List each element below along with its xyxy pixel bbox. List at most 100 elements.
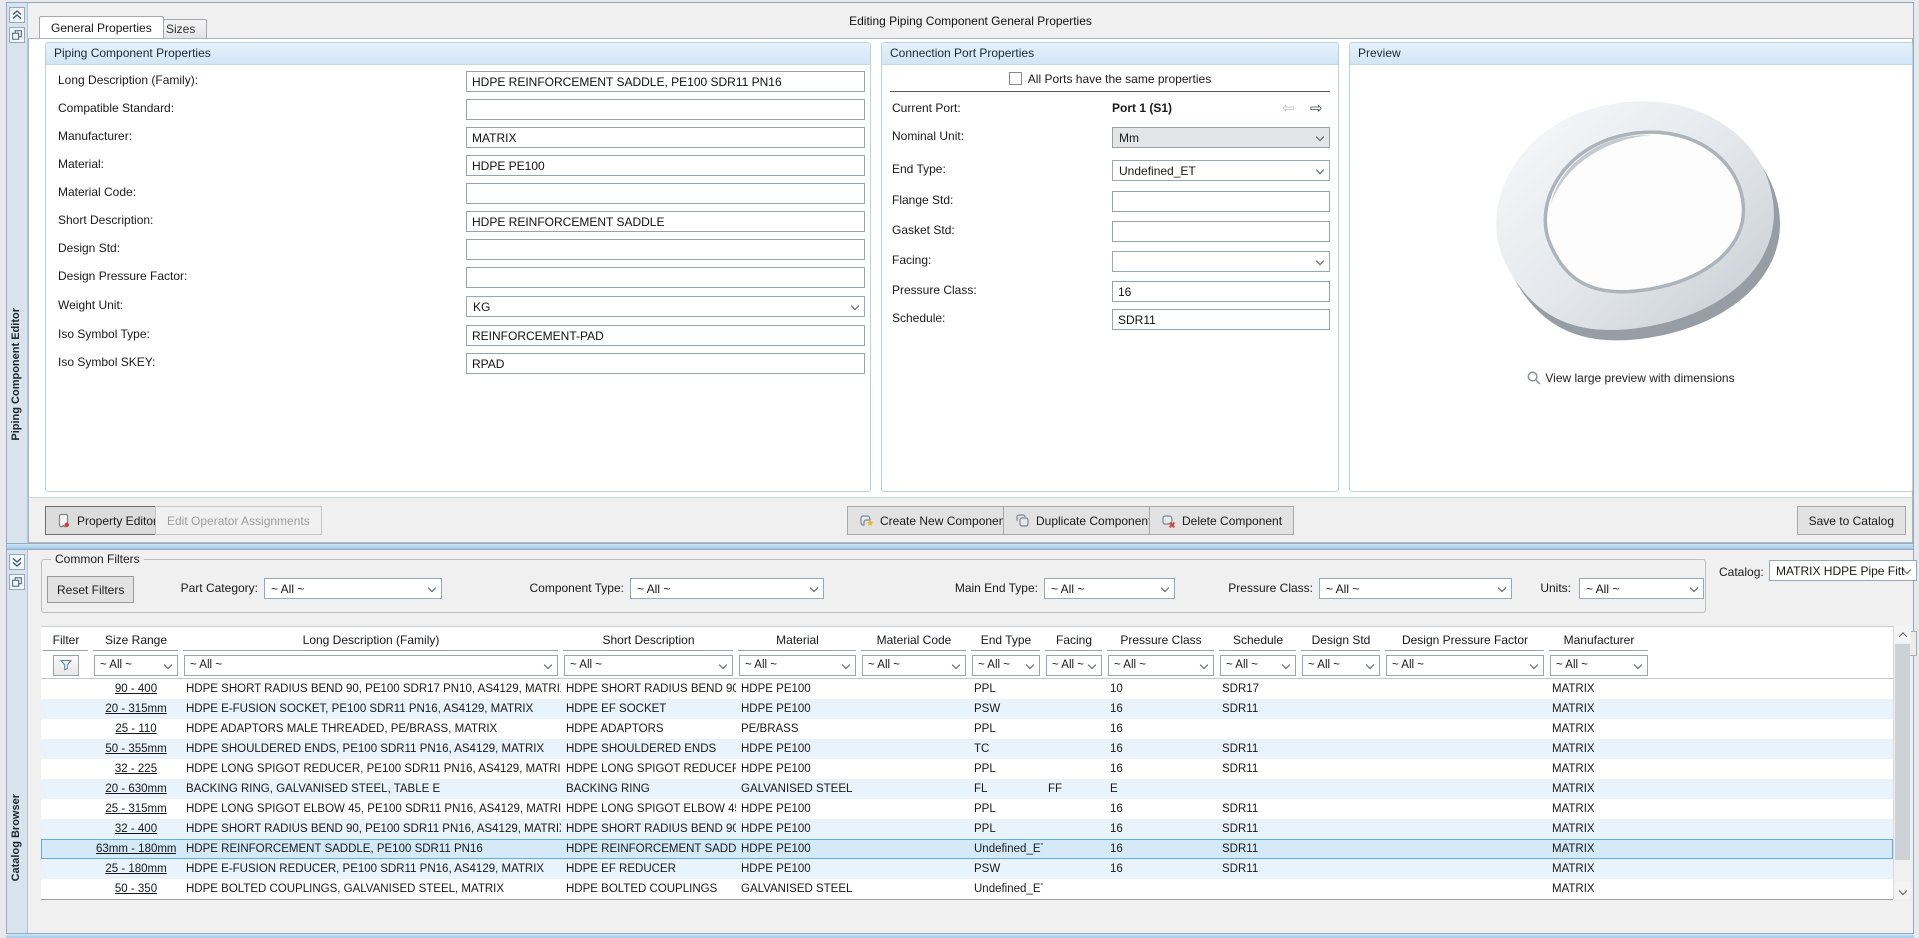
- end-type-select[interactable]: Undefined_ET: [1112, 160, 1330, 181]
- column-header-pressure-class[interactable]: Pressure Class: [1105, 627, 1217, 652]
- collapse-panel-button[interactable]: [9, 7, 25, 23]
- nominal-unit-select[interactable]: Mm: [1112, 127, 1330, 148]
- design-std-cell: [1299, 859, 1383, 879]
- material-code-cell: [859, 859, 969, 879]
- material-input[interactable]: [466, 155, 865, 176]
- units-select[interactable]: ~ All ~: [1579, 578, 1704, 599]
- filter-manufacturer-select[interactable]: ~ All ~: [1550, 655, 1648, 676]
- table-row[interactable]: 50 - 355mm HDPE SHOULDERED ENDS, PE100 S…: [41, 739, 1893, 759]
- iso-symbol-type-input[interactable]: [466, 325, 865, 346]
- filter-end-type-select[interactable]: ~ All ~: [972, 655, 1040, 676]
- scrollbar-thumb[interactable]: [1895, 644, 1910, 860]
- catalog-results-table: Filter Size Range Long Description (Fami…: [41, 626, 1893, 900]
- schedule-cell: [1217, 779, 1299, 799]
- compatible-standard-input[interactable]: [466, 99, 865, 120]
- column-header-short-description[interactable]: Short Description: [561, 627, 736, 652]
- main-end-type-select[interactable]: ~ All ~: [1044, 578, 1175, 599]
- create-new-component-button[interactable]: Create New Component: [847, 506, 1021, 535]
- size-range-link[interactable]: 50 - 355mm: [105, 743, 166, 755]
- short-description-input[interactable]: [466, 211, 865, 232]
- table-row[interactable]: 25 - 315mm HDPE LONG SPIGOT ELBOW 45, PE…: [41, 799, 1893, 819]
- column-header-long-description[interactable]: Long Description (Family): [181, 627, 561, 652]
- all-ports-checkbox[interactable]: [1009, 72, 1022, 85]
- size-range-link[interactable]: 25 - 315mm: [105, 803, 166, 815]
- tab-general-properties[interactable]: General Properties: [39, 16, 164, 38]
- reset-filters-button[interactable]: Reset Filters: [47, 576, 134, 603]
- filter-short-description-select[interactable]: ~ All ~: [564, 655, 733, 676]
- duplicate-component-button[interactable]: Duplicate Component: [1003, 506, 1163, 535]
- column-header-end-type[interactable]: End Type: [969, 627, 1043, 652]
- size-range-link[interactable]: 20 - 315mm: [105, 703, 166, 715]
- table-row[interactable]: 32 - 400 HDPE SHORT RADIUS BEND 90, PE10…: [41, 819, 1893, 839]
- filter-material-select[interactable]: ~ All ~: [739, 655, 856, 676]
- filter-facing-select[interactable]: ~ All ~: [1046, 655, 1102, 676]
- size-range-link[interactable]: 32 - 225: [115, 763, 157, 775]
- filter-pressure-class-select[interactable]: ~ All ~: [1108, 655, 1214, 676]
- table-scrollbar[interactable]: [1893, 626, 1910, 899]
- gasket-std-input[interactable]: [1112, 221, 1330, 242]
- column-header-manufacturer[interactable]: Manufacturer: [1547, 627, 1651, 652]
- material-code-input[interactable]: [466, 183, 865, 204]
- scroll-down-button[interactable]: [1894, 882, 1911, 899]
- table-row[interactable]: 90 - 400 HDPE SHORT RADIUS BEND 90, PE10…: [41, 679, 1893, 699]
- size-range-link[interactable]: 20 - 630mm: [105, 783, 166, 795]
- column-header-size-range[interactable]: Size Range: [91, 627, 181, 652]
- size-range-link[interactable]: 25 - 110: [115, 723, 156, 735]
- size-range-link[interactable]: 25 - 180mm: [105, 863, 166, 875]
- size-range-link[interactable]: 90 - 400: [115, 683, 157, 695]
- previous-port-arrow-icon[interactable]: ⇦: [1282, 99, 1295, 119]
- table-row[interactable]: 63mm - 180mm HDPE REINFORCEMENT SADDLE, …: [41, 839, 1893, 859]
- size-range-link[interactable]: 63mm - 180mm: [96, 843, 176, 855]
- component-type-select[interactable]: ~ All ~: [630, 578, 824, 599]
- part-category-select[interactable]: ~ All ~: [264, 578, 442, 599]
- catalog-select[interactable]: MATRIX HDPE Pipe Fitt: [1769, 560, 1917, 581]
- filter-design-std-select[interactable]: ~ All ~: [1302, 655, 1380, 676]
- pressure-class-filter-select[interactable]: ~ All ~: [1319, 578, 1512, 599]
- pressure-class-input[interactable]: [1112, 281, 1330, 302]
- edit-operator-assignments-button[interactable]: Edit Operator Assignments: [155, 506, 322, 535]
- size-range-link[interactable]: 32 - 400: [115, 823, 157, 835]
- filter-schedule-select[interactable]: ~ All ~: [1220, 655, 1296, 676]
- table-row[interactable]: 32 - 225 HDPE LONG SPIGOT REDUCER, PE100…: [41, 759, 1893, 779]
- column-header-design-std[interactable]: Design Std: [1299, 627, 1383, 652]
- table-row[interactable]: 20 - 630mm BACKING RING, GALVANISED STEE…: [41, 779, 1893, 799]
- facing-cell: [1043, 859, 1105, 879]
- weight-unit-select[interactable]: KG: [466, 296, 865, 317]
- column-header-material[interactable]: Material: [736, 627, 859, 652]
- column-header-schedule[interactable]: Schedule: [1217, 627, 1299, 652]
- design-std-input[interactable]: [466, 239, 865, 260]
- double-chevron-up-icon: [12, 10, 22, 20]
- property-editor-button[interactable]: Property Editor: [45, 506, 169, 535]
- manufacturer-input[interactable]: [466, 127, 865, 148]
- filter-design-pressure-factor-select[interactable]: ~ All ~: [1386, 655, 1544, 676]
- column-header-facing[interactable]: Facing: [1043, 627, 1105, 652]
- float-panel-button[interactable]: [9, 27, 25, 43]
- size-range-link[interactable]: 50 - 350: [115, 883, 157, 895]
- chevron-down-icon: [428, 584, 436, 592]
- table-row[interactable]: 50 - 350 HDPE BOLTED COUPLINGS, GALVANIS…: [41, 879, 1893, 899]
- filter-material-code-select[interactable]: ~ All ~: [862, 655, 966, 676]
- facing-select[interactable]: [1112, 251, 1330, 272]
- collapse-panel-button[interactable]: [9, 554, 25, 570]
- next-port-arrow-icon[interactable]: ⇨: [1310, 99, 1323, 119]
- long-description-input[interactable]: [466, 71, 865, 92]
- scroll-up-button[interactable]: [1894, 626, 1911, 643]
- column-header-material-code[interactable]: Material Code: [859, 627, 969, 652]
- float-panel-button[interactable]: [9, 574, 25, 590]
- table-row[interactable]: 25 - 110 HDPE ADAPTORS MALE THREADED, PE…: [41, 719, 1893, 739]
- table-row[interactable]: 20 - 315mm HDPE E-FUSION SOCKET, PE100 S…: [41, 699, 1893, 719]
- filter-long-description-select[interactable]: ~ All ~: [184, 655, 558, 676]
- save-to-catalog-button[interactable]: Save to Catalog: [1797, 506, 1906, 535]
- column-header-design-pressure-factor[interactable]: Design Pressure Factor: [1383, 627, 1547, 652]
- view-large-preview-link[interactable]: View large preview with dimensions: [1350, 371, 1912, 385]
- schedule-cell: SDR11: [1217, 819, 1299, 839]
- design-pressure-factor-input[interactable]: [466, 267, 865, 288]
- apply-filter-button[interactable]: [53, 655, 79, 676]
- iso-symbol-skey-input[interactable]: [466, 353, 865, 374]
- filter-size-range-select[interactable]: ~ All ~: [94, 655, 178, 676]
- delete-component-button[interactable]: Delete Component: [1149, 506, 1294, 535]
- column-header-filter[interactable]: Filter: [41, 627, 91, 652]
- table-row[interactable]: 25 - 180mm HDPE E-FUSION REDUCER, PE100 …: [41, 859, 1893, 879]
- flange-std-input[interactable]: [1112, 191, 1330, 212]
- schedule-input[interactable]: [1112, 309, 1330, 330]
